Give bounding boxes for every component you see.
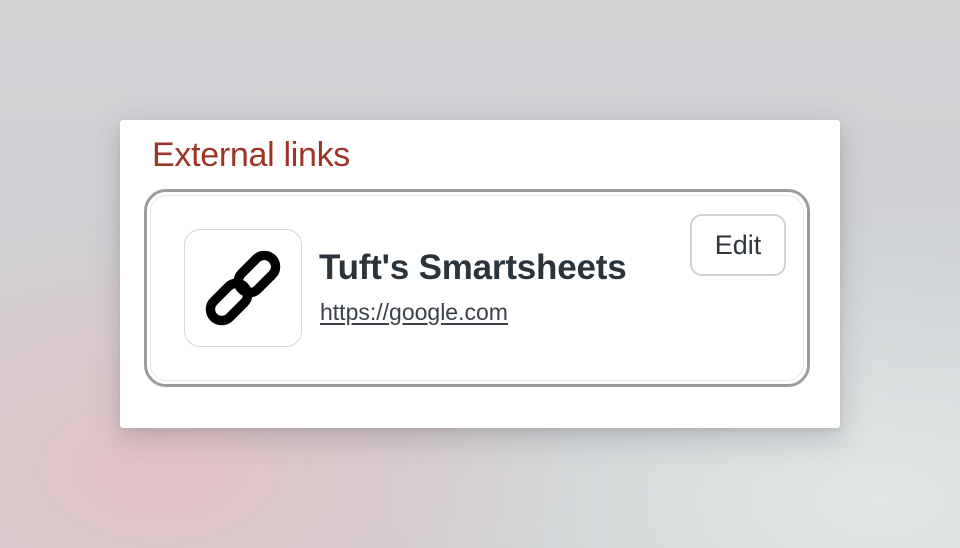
section-title: External links — [152, 136, 350, 174]
link-thumbnail — [184, 229, 302, 347]
link-icon — [196, 241, 290, 335]
external-links-panel: External links Tuft's Smartsheets https:… — [120, 120, 840, 428]
external-link-card: Tuft's Smartsheets https://google.com Ed… — [144, 189, 810, 387]
link-url[interactable]: https://google.com — [320, 299, 508, 326]
edit-button[interactable]: Edit — [690, 214, 786, 276]
link-name: Tuft's Smartsheets — [319, 248, 627, 287]
